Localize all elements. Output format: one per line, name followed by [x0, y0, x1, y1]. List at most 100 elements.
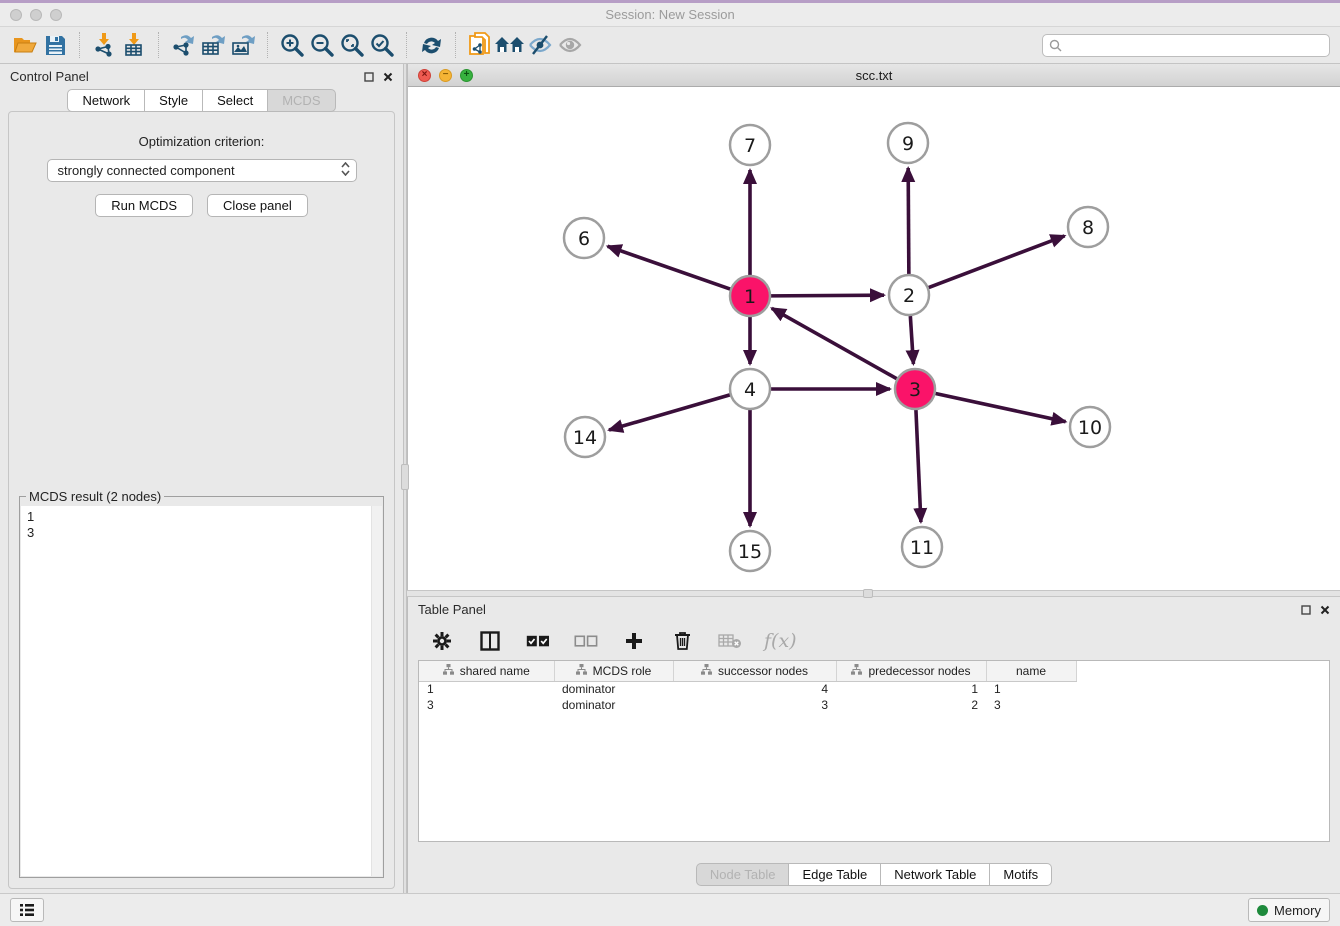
memory-status-icon: [1257, 905, 1268, 916]
network-view-title: scc.txt: [408, 68, 1340, 83]
import-table-icon[interactable]: [119, 31, 149, 59]
mcds-result-textarea[interactable]: 1 3: [21, 506, 382, 876]
cell-predecessor-nodes[interactable]: 1: [836, 681, 986, 697]
zoom-in-icon[interactable]: [277, 31, 307, 59]
network-canvas[interactable]: 7968124314101511: [408, 87, 1340, 590]
hierarchy-icon: [576, 664, 587, 678]
mcds-result-title: MCDS result (2 nodes): [26, 489, 164, 504]
float-panel-icon[interactable]: [364, 72, 374, 82]
first-neighbors-icon[interactable]: [495, 31, 525, 59]
cell-MCDS-role[interactable]: dominator: [554, 681, 673, 697]
clone-network-icon[interactable]: [465, 31, 495, 59]
network-view-window: × − + scc.txt 7968124314101511: [407, 64, 1340, 590]
add-column-icon[interactable]: [620, 627, 648, 655]
edge-1-6[interactable]: [608, 246, 731, 289]
deselect-all-icon[interactable]: [572, 627, 600, 655]
memory-button[interactable]: Memory: [1248, 898, 1330, 922]
function-builder-icon[interactable]: f(x): [764, 630, 797, 652]
select-all-icon[interactable]: [524, 627, 552, 655]
tab-style[interactable]: Style: [145, 89, 203, 112]
column-header-MCDS-role[interactable]: MCDS role: [554, 661, 673, 681]
tab-motifs[interactable]: Motifs: [990, 863, 1052, 886]
search-input[interactable]: [1042, 34, 1330, 57]
cell-name[interactable]: 3: [986, 697, 1076, 713]
edge-4-14[interactable]: [609, 395, 730, 430]
toolbar-separator: [79, 32, 80, 58]
column-header-name[interactable]: name: [986, 661, 1076, 681]
edge-1-2[interactable]: [771, 295, 884, 296]
edge-2-9[interactable]: [908, 168, 909, 274]
network-close-button[interactable]: ×: [418, 69, 431, 82]
zoom-out-icon[interactable]: [307, 31, 337, 59]
show-all-icon[interactable]: [555, 31, 585, 59]
cell-shared-name[interactable]: 1: [419, 681, 554, 697]
tab-network[interactable]: Network: [67, 89, 145, 112]
split-view-icon[interactable]: [476, 627, 504, 655]
tab-network-table[interactable]: Network Table: [881, 863, 990, 886]
edge-3-11[interactable]: [916, 410, 921, 522]
optimization-criterion-label: Optimization criterion:: [19, 134, 384, 149]
optimization-criterion-select[interactable]: strongly connected component: [47, 159, 357, 182]
delete-column-icon[interactable]: [668, 627, 696, 655]
column-header-predecessor-nodes[interactable]: predecessor nodes: [836, 661, 986, 681]
run-mcds-button[interactable]: Run MCDS: [95, 194, 193, 217]
splitter-grip[interactable]: [401, 464, 409, 490]
close-panel-icon[interactable]: [383, 72, 393, 82]
toolbar-separator: [267, 32, 268, 58]
export-network-icon[interactable]: [168, 31, 198, 59]
table-row[interactable]: 1dominator411: [419, 681, 1076, 697]
delete-table-icon[interactable]: [716, 627, 744, 655]
mcds-result-text: 1 3: [21, 506, 382, 544]
cell-shared-name[interactable]: 3: [419, 697, 554, 713]
control-panel-tabs: NetworkStyleSelectMCDS: [0, 89, 403, 112]
cell-successor-nodes[interactable]: 3: [673, 697, 836, 713]
cell-predecessor-nodes[interactable]: 2: [836, 697, 986, 713]
node-label-9: 9: [902, 133, 914, 155]
hierarchy-icon: [701, 664, 712, 678]
import-network-icon[interactable]: [89, 31, 119, 59]
zoom-fit-icon[interactable]: [337, 31, 367, 59]
node-label-14: 14: [573, 427, 597, 449]
column-header-shared-name[interactable]: shared name: [419, 661, 554, 681]
cell-name[interactable]: 1: [986, 681, 1076, 697]
export-table-icon[interactable]: [198, 31, 228, 59]
network-minimize-button[interactable]: −: [439, 69, 452, 82]
edge-3-10[interactable]: [936, 393, 1066, 421]
open-file-icon[interactable]: [10, 31, 40, 59]
toolbar-separator: [406, 32, 407, 58]
node-table: shared nameMCDS rolesuccessor nodesprede…: [418, 660, 1330, 842]
vertical-splitter[interactable]: [403, 64, 407, 893]
save-session-icon[interactable]: [40, 31, 70, 59]
table-row[interactable]: 3dominator323: [419, 697, 1076, 713]
tab-mcds[interactable]: MCDS: [268, 89, 335, 112]
edge-3-1[interactable]: [772, 308, 897, 378]
network-zoom-button[interactable]: +: [460, 69, 473, 82]
edge-2-8[interactable]: [929, 236, 1065, 288]
float-panel-icon[interactable]: [1301, 605, 1311, 615]
horizontal-splitter[interactable]: [407, 590, 1340, 597]
edge-2-3[interactable]: [910, 316, 913, 364]
splitter-grip[interactable]: [863, 589, 873, 598]
tab-node-table[interactable]: Node Table: [696, 863, 790, 886]
node-label-8: 8: [1082, 217, 1094, 239]
network-view-titlebar[interactable]: × − + scc.txt: [408, 64, 1340, 87]
table-tabs: Node TableEdge TableNetwork TableMotifs: [408, 863, 1340, 893]
control-panel-title: Control Panel: [10, 69, 89, 84]
close-panel-icon[interactable]: [1320, 605, 1330, 615]
cell-successor-nodes[interactable]: 4: [673, 681, 836, 697]
search-box: [1042, 34, 1330, 57]
table-settings-icon[interactable]: [428, 627, 456, 655]
zoom-selected-icon[interactable]: [367, 31, 397, 59]
tab-select[interactable]: Select: [203, 89, 268, 112]
tab-edge-table[interactable]: Edge Table: [789, 863, 881, 886]
export-image-icon[interactable]: [228, 31, 258, 59]
apply-layout-icon[interactable]: [416, 31, 446, 59]
node-label-4: 4: [744, 379, 756, 401]
table-panel-header: Table Panel: [408, 597, 1340, 622]
cell-MCDS-role[interactable]: dominator: [554, 697, 673, 713]
column-header-successor-nodes[interactable]: successor nodes: [673, 661, 836, 681]
hide-selected-icon[interactable]: [525, 31, 555, 59]
close-panel-button[interactable]: Close panel: [207, 194, 308, 217]
task-history-button[interactable]: [10, 898, 44, 922]
result-scrollbar[interactable]: [371, 506, 382, 876]
